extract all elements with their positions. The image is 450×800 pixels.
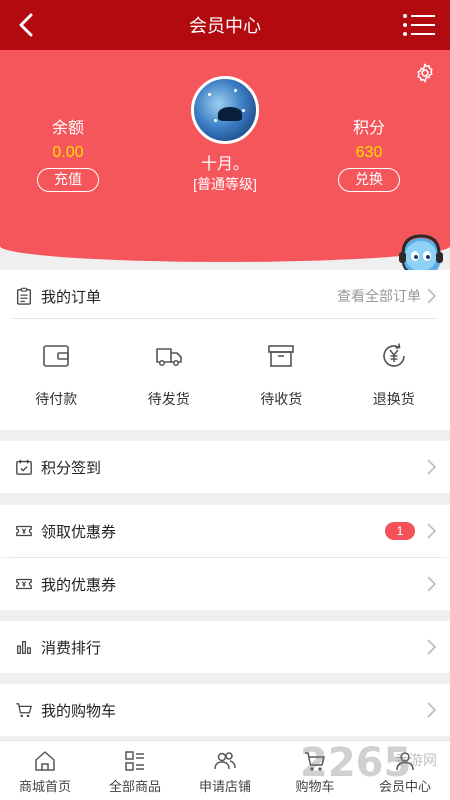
- order-item-label: 待付款: [35, 391, 78, 407]
- home-icon: [35, 751, 55, 771]
- my-cart-label: 我的购物车: [41, 702, 117, 720]
- chevron-right-icon: [427, 702, 436, 718]
- wallet-icon: [43, 345, 70, 367]
- orders-card: 我的订单 查看全部订单 待付款 待发货 待收货 退换货: [0, 270, 450, 430]
- top-bar: 会员中心: [0, 0, 450, 50]
- balance-label: 余额: [51, 120, 84, 137]
- ticket-icon: [16, 525, 32, 537]
- back-icon[interactable]: [12, 10, 40, 40]
- tab-apply-store[interactable]: 申请店铺: [180, 741, 270, 800]
- tab-label: 申请店铺: [198, 779, 251, 794]
- points-block: 积分 630 兑换: [324, 114, 414, 192]
- cart-icon: [16, 703, 32, 718]
- order-item-label: 待收货: [260, 391, 303, 407]
- order-pending-payment[interactable]: 待付款: [0, 334, 113, 430]
- calendar-check-icon: [16, 459, 32, 475]
- tab-label: 全部商品: [108, 779, 161, 794]
- tab-member-center[interactable]: 会员中心: [360, 741, 450, 800]
- bar-chart-icon: [17, 640, 31, 654]
- redeem-button[interactable]: 兑换: [338, 168, 400, 192]
- order-pending-receipt[interactable]: 待收货: [225, 334, 338, 430]
- order-item-label: 待发货: [147, 391, 190, 407]
- gear-icon[interactable]: [414, 62, 436, 84]
- chevron-right-icon: [427, 523, 436, 539]
- orders-title: 我的订单: [41, 288, 102, 306]
- cart-icon: [305, 752, 325, 771]
- yen-refresh-icon: [382, 343, 405, 367]
- ticket-icon: [16, 578, 32, 590]
- chevron-right-icon: [427, 288, 436, 304]
- checkin-label: 积分签到: [41, 459, 102, 477]
- orders-header-row[interactable]: 我的订单 查看全部订单: [0, 270, 450, 322]
- order-item-label: 退换货: [372, 391, 415, 407]
- points-value: 630: [355, 144, 383, 161]
- tab-label: 商城首页: [18, 779, 71, 794]
- my-cart-row[interactable]: 我的购物车: [0, 684, 450, 736]
- chevron-right-icon: [427, 459, 436, 475]
- users-icon: [214, 752, 236, 770]
- page-title: 会员中心: [189, 16, 261, 36]
- truck-icon: [155, 348, 182, 367]
- tab-all-products[interactable]: 全部商品: [90, 741, 180, 800]
- clipboard-icon: [17, 287, 31, 305]
- tab-home[interactable]: 商城首页: [0, 741, 90, 800]
- coupon-count-badge: 1: [385, 522, 415, 540]
- profile-header: 余额 0.00 充值 十月。 [普通等级] 积分 630 兑换: [0, 50, 450, 262]
- view-all-orders-link[interactable]: 查看全部订单: [337, 286, 421, 306]
- my-coupons-row[interactable]: 我的优惠券: [0, 558, 450, 610]
- user-icon: [396, 752, 414, 771]
- box-icon: [268, 345, 295, 367]
- get-coupons-label: 领取优惠券: [41, 523, 117, 541]
- avatar[interactable]: [191, 76, 259, 144]
- chevron-right-icon: [427, 639, 436, 655]
- chevron-right-icon: [427, 576, 436, 592]
- tab-label: 会员中心: [378, 779, 431, 794]
- grid-list-icon: [125, 751, 144, 771]
- get-coupons-row[interactable]: 领取优惠券 1: [0, 505, 450, 557]
- tab-cart[interactable]: 购物车: [270, 741, 360, 800]
- order-returns[interactable]: 退换货: [338, 334, 450, 430]
- spending-ranking-row[interactable]: 消费排行: [0, 621, 450, 673]
- bottom-tab-bar: 商城首页 全部商品 申请店铺 购物车 会员中心: [0, 740, 450, 800]
- order-pending-shipment[interactable]: 待发货: [113, 334, 226, 430]
- points-label: 积分: [352, 120, 385, 137]
- ranking-label: 消费排行: [41, 639, 102, 657]
- tab-label: 购物车: [295, 779, 335, 794]
- checkin-row[interactable]: 积分签到: [0, 441, 450, 493]
- menu-list-icon[interactable]: [402, 12, 436, 38]
- my-coupons-label: 我的优惠券: [41, 576, 117, 594]
